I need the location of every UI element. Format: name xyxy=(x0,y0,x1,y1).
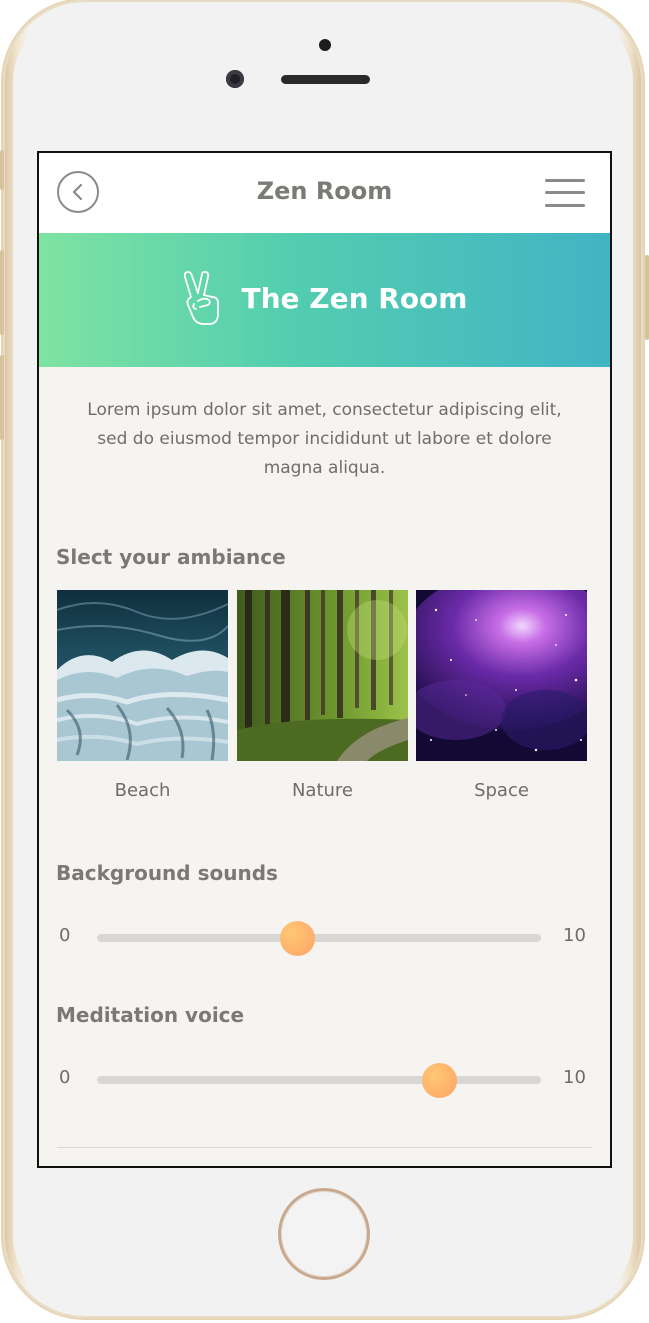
nav-bar: Zen Room xyxy=(39,153,610,233)
side-button xyxy=(0,355,4,440)
meditation-voice-heading: Meditation voice xyxy=(56,1003,245,1027)
intro-text: Lorem ipsum dolor sit amet, consectetur … xyxy=(87,400,562,478)
ambiance-label: Space xyxy=(474,780,529,801)
meditation-voice-slider[interactable]: 0 10 xyxy=(39,1059,610,1099)
page-title: Zen Room xyxy=(256,177,393,205)
menu-line xyxy=(545,191,585,194)
beach-image xyxy=(57,590,228,761)
menu-line xyxy=(545,204,585,207)
slider-thumb[interactable] xyxy=(421,1063,457,1098)
slider-track[interactable] xyxy=(97,921,541,956)
menu-button[interactable] xyxy=(545,179,585,211)
hero-title: The Zen Room xyxy=(241,281,468,315)
divider xyxy=(57,1147,592,1148)
slider-max-label: 10 xyxy=(563,1067,586,1088)
menu-line xyxy=(545,179,585,182)
hero-curve xyxy=(39,337,610,366)
ambiance-heading: Slect your ambiance xyxy=(56,545,286,569)
slider-min-label: 0 xyxy=(59,1067,71,1088)
ambiance-space[interactable] xyxy=(416,590,587,761)
front-camera xyxy=(226,70,244,88)
slider-thumb[interactable] xyxy=(279,921,315,956)
background-sounds-heading: Background sounds xyxy=(56,861,278,885)
side-button xyxy=(0,150,4,190)
ambiance-label: Beach xyxy=(114,780,171,801)
nature-image xyxy=(237,590,408,761)
home-button[interactable] xyxy=(281,1191,367,1277)
ambiance-label: Nature xyxy=(291,780,354,801)
peace-hand-icon xyxy=(183,271,219,325)
side-button xyxy=(645,255,649,340)
slider-max-label: 10 xyxy=(563,925,586,946)
hero-content: The Zen Room xyxy=(39,271,610,325)
proximity-sensor xyxy=(319,39,331,51)
background-sounds-slider[interactable]: 0 10 xyxy=(39,917,610,957)
ambiance-beach[interactable] xyxy=(57,590,228,761)
ambiance-nature[interactable] xyxy=(237,590,408,761)
space-image xyxy=(416,590,587,761)
side-button xyxy=(0,250,4,335)
slider-min-label: 0 xyxy=(59,925,71,946)
app-screen: Zen Room The Zen Room Lorem ipsum dolor … xyxy=(37,151,612,1168)
earpiece-speaker xyxy=(281,75,370,84)
slider-track[interactable] xyxy=(97,1063,541,1098)
